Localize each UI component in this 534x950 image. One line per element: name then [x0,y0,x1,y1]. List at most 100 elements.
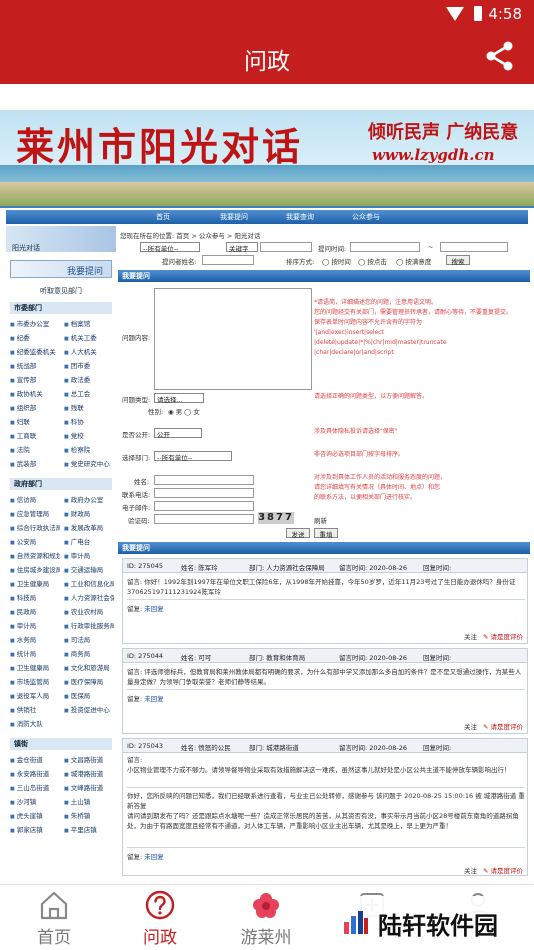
tab-home[interactable]: 首页 [4,885,104,950]
keyword-input[interactable] [260,242,312,252]
question-card[interactable]: ID: 275044 姓名: 可可 部门: 教育和体育局 留言时间: 2020-… [122,648,528,734]
sidebar-dept-link[interactable]: 财政局 [64,508,114,518]
sidebar-dept-link[interactable]: 民政局 [10,606,60,616]
sidebar-dept-link[interactable]: 医疗保障局 [64,676,114,686]
sidebar-dept-link[interactable]: 党校 [64,430,114,440]
sidebar-dept-link[interactable]: 住房城乡建设局 [10,564,60,574]
ask-question-button[interactable]: 我要提问 [10,260,112,278]
public-select[interactable]: 公开 [154,428,202,439]
sidebar-dept-link[interactable]: 工商联 [10,430,60,440]
sidebar-dept-link[interactable]: 检察院 [64,444,114,454]
sidebar-dept-link[interactable]: 永安路街道 [10,768,60,778]
sidebar-dept-link[interactable]: 机关工委 [64,332,114,342]
sidebar-dept-link[interactable]: 虎头崖镇 [10,810,60,820]
sidebar-dept-link[interactable]: 市场监管局 [10,676,60,686]
sidebar-dept-link[interactable]: 科协 [64,416,114,426]
sidebar-dept-link[interactable]: 朱桥镇 [64,810,114,820]
sidebar-dept-link[interactable]: 残联 [64,402,114,412]
follow-link[interactable]: 关注 [464,633,477,641]
sidebar-dept-link[interactable]: 土山镇 [64,796,114,806]
sidebar-dept-link[interactable]: 郭家店镇 [10,824,60,834]
sidebar-dept-link[interactable]: 自然资源和规划局 [10,550,60,560]
sidebar-dept-link[interactable]: 法院 [10,444,60,454]
reset-button[interactable]: 重填 [314,528,338,539]
sidebar-dept-link[interactable]: 供销社 [10,704,60,714]
sidebar-dept-link[interactable]: 人力资源社会保障局 [64,592,114,602]
evaluate-link[interactable]: ✎ 请是度评价 [483,867,523,875]
keyword-type-select[interactable]: 关键字 [226,242,258,253]
sidebar-dept-link[interactable]: 科技局 [10,592,60,602]
unit-filter-select[interactable]: --所有单位-- [140,242,200,253]
sidebar-dept-link[interactable]: 金仓街道 [10,754,60,764]
nav-ask[interactable]: 我要提问 [220,212,248,222]
sidebar-dept-link[interactable]: 信访局 [10,494,60,504]
sidebar-dept-link[interactable]: 总工会 [64,388,114,398]
sidebar-dept-link[interactable]: 市委办公室 [10,318,60,328]
captcha-refresh-link[interactable]: 刷新 [314,515,327,525]
sidebar-dept-link[interactable]: 投资促进中心 [64,704,114,714]
phone-input[interactable] [154,488,254,498]
sidebar-dept-link[interactable]: 卫生健康局 [10,578,60,588]
question-textarea[interactable] [154,288,312,390]
sidebar-dept-link[interactable]: 政法委 [64,374,114,384]
sidebar-dept-link[interactable]: 政协机关 [10,388,60,398]
end-date-input[interactable] [440,242,508,252]
asker-name-input[interactable] [202,255,254,265]
sidebar-dept-link[interactable]: 广电台 [64,536,114,546]
sidebar-dept-link[interactable]: 工业和信息化局 [64,578,114,588]
nav-home[interactable]: 首页 [156,212,170,222]
sidebar-dept-link[interactable]: 商务局 [64,648,114,658]
sidebar-dept-link[interactable]: 公安局 [10,536,60,546]
sidebar-dept-link[interactable]: 文峰路街道 [64,782,114,792]
sidebar-dept-link[interactable]: 城港路街道 [64,768,114,778]
sidebar-dept-link[interactable]: 审计局 [10,620,60,630]
sidebar-dept-link[interactable]: 水务局 [10,634,60,644]
sidebar-dept-link[interactable]: 党史研究中心 [64,458,114,468]
sidebar-dept-link[interactable]: 团市委 [64,360,114,370]
sidebar-dept-link[interactable]: 交通运输局 [64,564,114,574]
question-type-select[interactable]: 请选择... [154,393,204,404]
sidebar-dept-link[interactable]: 三山岛街道 [10,782,60,792]
nav-participate[interactable]: 公众参与 [352,212,380,222]
sidebar-dept-link[interactable]: 武装部 [10,458,60,468]
share-icon[interactable] [484,40,516,72]
tab-wenzheng[interactable]: 问政 [110,885,210,950]
evaluate-link[interactable]: ✎ 请是度评价 [483,633,523,641]
sidebar-dept-link[interactable]: 应急管理局 [10,508,60,518]
sidebar-dept-link[interactable]: 医保局 [64,690,114,700]
follow-link[interactable]: 关注 [464,723,477,731]
sidebar-dept-link[interactable]: 司法局 [64,634,114,644]
nav-query[interactable]: 我要查询 [286,212,314,222]
question-card[interactable]: ID: 275045 姓名: 陈军玲 部门: 人力资源社会保障局 留言时间: 2… [122,558,528,644]
sidebar-dept-link[interactable]: 组织部 [10,402,60,412]
evaluate-link[interactable]: ✎ 请是度评价 [483,723,523,731]
sort-by-time[interactable]: ◯ 按时间 [322,256,351,266]
sidebar-dept-link[interactable]: 行政审批服务局 [64,620,114,630]
email-input[interactable] [154,501,254,511]
sidebar-dept-link[interactable]: 统计局 [10,648,60,658]
follow-link[interactable]: 关注 [464,867,477,875]
sidebar-dept-link[interactable]: 妇联 [10,416,60,426]
sidebar-dept-link[interactable]: 综合行政执法局 [10,522,60,532]
sidebar-dept-link[interactable]: 政府办公室 [64,494,114,504]
question-card[interactable]: ID: 275043 姓名: 愤怒的公民 部门: 城港路街道 留言时间: 202… [122,738,528,876]
sidebar-dept-link[interactable]: 卫生健康局 [10,662,60,672]
sidebar-dept-link[interactable]: 平里店镇 [64,824,114,834]
sidebar-dept-link[interactable]: 农业农村局 [64,606,114,616]
search-button[interactable]: 搜索 [446,255,470,266]
sidebar-dept-link[interactable]: 退役军人局 [10,690,60,700]
submit-button[interactable]: 发送 [286,528,310,539]
sidebar-dept-link[interactable]: 消防大队 [10,718,60,728]
sidebar-dept-link[interactable]: 纪委 [10,332,60,342]
sidebar-dept-link[interactable]: 文昌路街道 [64,754,114,764]
sidebar-dept-link[interactable]: 文化和旅游局 [64,662,114,672]
name-input[interactable] [154,475,254,485]
start-date-input[interactable] [350,242,420,252]
sidebar-dept-link[interactable]: 宣传部 [10,374,60,384]
gender-male-radio[interactable]: ◉ 男 [168,406,182,416]
sidebar-dept-link[interactable]: 沙河镇 [10,796,60,806]
gender-female-radio[interactable]: ◯ 女 [184,406,200,416]
sidebar-dept-link[interactable]: 档案馆 [64,318,114,328]
sidebar-dept-link[interactable]: 纪委监委机关 [10,346,60,356]
sort-by-satisfaction[interactable]: ◯ 按满意度 [396,256,431,266]
